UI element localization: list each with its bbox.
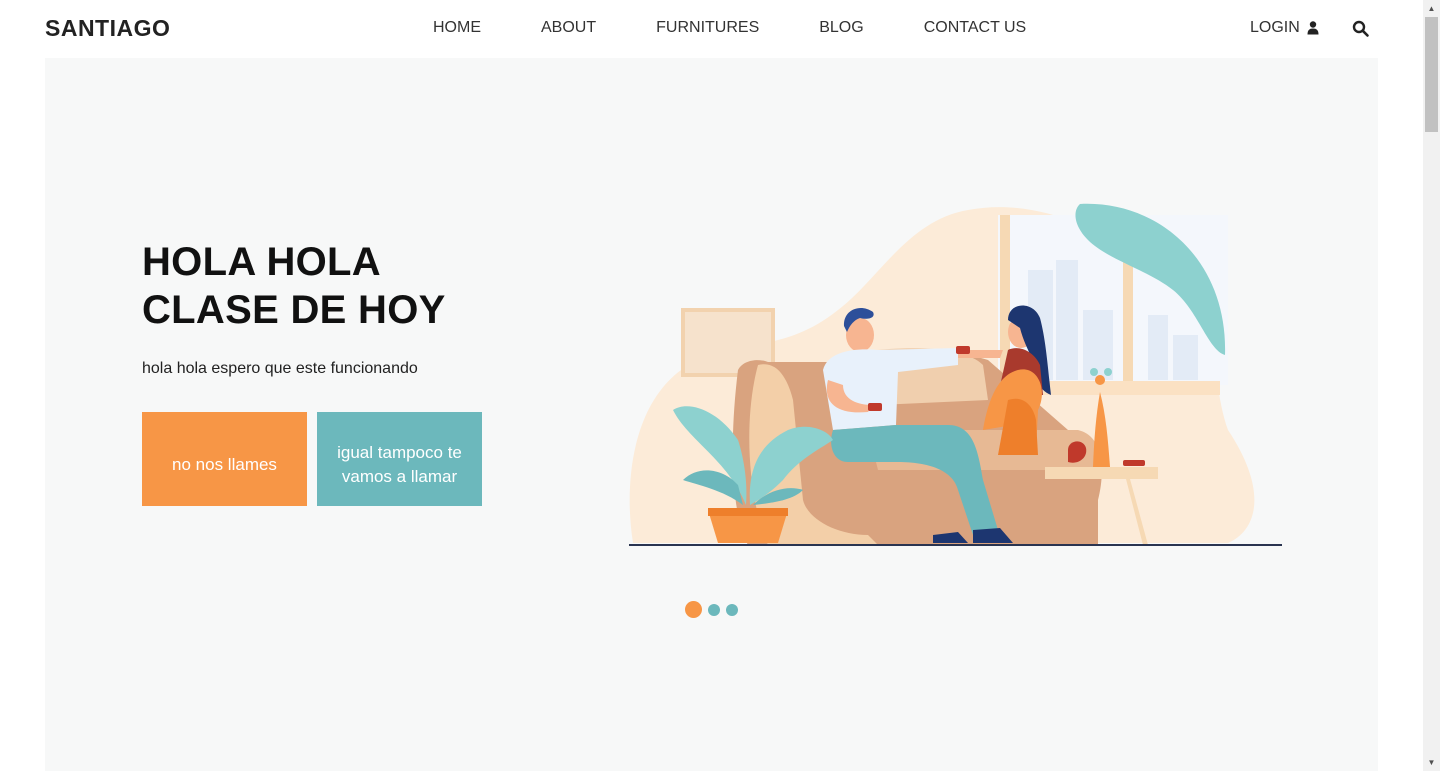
nav-item-contact[interactable]: CONTACT US (924, 19, 1027, 37)
brand-logo[interactable]: SANTIAGO (45, 15, 170, 42)
hero-title-line2: CLASE DE HOY (142, 288, 446, 332)
nav-item-furnitures[interactable]: FURNITURES (656, 19, 759, 37)
scrollbar-thumb[interactable] (1425, 17, 1438, 132)
user-icon (1307, 21, 1319, 35)
secondary-cta-button[interactable]: igual tampoco te vamos a llamar (317, 412, 482, 506)
slider-dot-1[interactable] (685, 601, 702, 618)
login-link[interactable]: LOGIN (1250, 19, 1319, 37)
nav-item-blog[interactable]: BLOG (819, 19, 863, 37)
main-nav: HOME ABOUT FURNITURES BLOG CONTACT US (433, 19, 1026, 37)
slider-dots (685, 601, 738, 618)
nav-item-about[interactable]: ABOUT (541, 19, 596, 37)
slider-dot-3[interactable] (726, 603, 738, 616)
hero-title: HOLA HOLA CLASE DE HOY (142, 238, 446, 334)
slider-dot-2[interactable] (708, 603, 720, 616)
nav-item-home[interactable]: HOME (433, 19, 481, 37)
hero-illustration (629, 203, 1282, 546)
hero-title-line1: HOLA HOLA (142, 240, 381, 284)
hero-section: HOLA HOLA CLASE DE HOY hola hola espero … (45, 58, 1378, 771)
scroll-down-arrow-icon[interactable]: ▼ (1423, 754, 1440, 771)
site-header: SANTIAGO HOME ABOUT FURNITURES BLOG CONT… (0, 0, 1423, 58)
login-label: LOGIN (1250, 19, 1300, 36)
search-icon[interactable] (1352, 20, 1370, 38)
primary-cta-button[interactable]: no nos llames (142, 412, 307, 506)
hero-subtitle: hola hola espero que este funcionando (142, 360, 418, 377)
scroll-up-arrow-icon[interactable]: ▲ (1423, 0, 1440, 17)
page-scrollbar[interactable]: ▲ ▼ (1423, 0, 1440, 771)
